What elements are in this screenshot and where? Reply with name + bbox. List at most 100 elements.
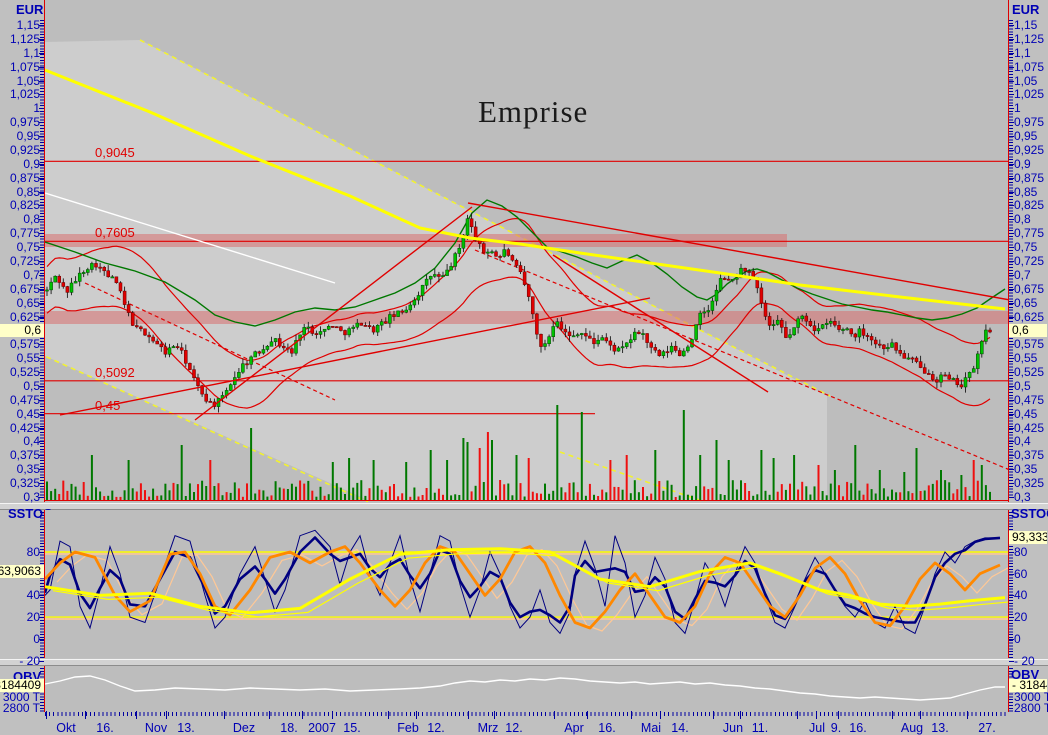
price-tick-right: 0,625 [1014,311,1044,323]
price-tick-left: 0,9 [0,158,40,170]
time-tick-label: Apr [564,721,583,735]
price-tick-right: 0,75 [1014,241,1037,253]
sstoc-last-value-right: 93,3333 [1009,531,1047,544]
time-tick-major [554,711,555,719]
tradesignal-chart-window: EUR EUR © www.tradesignal.com Emprise 0,… [0,0,1048,735]
time-tick-label: 27. [978,721,995,735]
price-tick-right: 0,475 [1014,394,1044,406]
time-tick-label: 9. [831,721,841,735]
time-tick-label: Jun [723,721,743,735]
price-tick-left: 0,95 [0,130,40,142]
time-tick-label: Feb [397,721,419,735]
time-tick-label: 13. [931,721,948,735]
price-tick-left: 0,725 [0,255,40,267]
obv-last-value-right: - 3184409 [1009,679,1047,692]
time-tick-major [224,711,225,719]
price-tick-left: 0,55 [0,352,40,364]
price-tick-left: 0,525 [0,366,40,378]
price-tick-left: 0,325 [0,477,40,489]
time-tick-major [388,711,389,719]
sstoc-tick-left: - 20 [0,655,40,667]
price-tick-left: 0,35 [0,463,40,475]
price-tick-left: 1,05 [0,75,40,87]
price-level-label: 0,5092 [95,365,135,380]
price-level-label: 0,9045 [95,145,135,160]
price-tick-left: 0,75 [0,241,40,253]
price-tick-right: 0,35 [1014,463,1037,475]
price-tick-left: 1,075 [0,61,40,73]
time-tick-label: 14. [671,721,688,735]
price-tick-right: 1,15 [1014,19,1037,31]
price-chart-pane[interactable] [0,0,1048,502]
time-tick-major [713,711,714,719]
price-tick-left: 1 [0,102,40,114]
obv-last-value-left: -3184409 [0,679,44,692]
price-tick-right: 0,95 [1014,130,1037,142]
price-tick-left: 1,125 [0,33,40,45]
stochastic-pane[interactable] [0,510,1048,658]
price-tick-right: 1,075 [1014,61,1044,73]
time-tick-major [468,711,469,719]
price-tick-right: 0,3 [1014,491,1031,503]
price-tick-right: 0,925 [1014,144,1044,156]
price-level-label: 0,45 [95,398,120,413]
price-tick-left: 0,975 [0,116,40,128]
time-tick-label: 16. [849,721,866,735]
price-tick-left: 0,8 [0,213,40,225]
price-tick-right: 0,975 [1014,116,1044,128]
price-tick-left: 1,1 [0,47,40,59]
time-tick-major [332,711,333,719]
price-tick-right: 0,675 [1014,283,1044,295]
sstoc-tick-right: 20 [1014,611,1027,623]
sstoc-tick-left: 20 [0,611,40,623]
price-tick-left: 0,65 [0,297,40,309]
price-tick-right: 1 [1014,102,1021,114]
price-tick-left: 0,425 [0,422,40,434]
time-tick-major [269,711,270,719]
time-tick-label: Dez [233,721,255,735]
price-tick-right: 1,125 [1014,33,1044,45]
price-tick-right: 0,425 [1014,422,1044,434]
sstoc-tick-right: 60 [1014,568,1027,580]
time-tick-major [166,711,167,719]
price-tick-right: 0,55 [1014,352,1037,364]
price-tick-right: 0,5 [1014,380,1031,392]
time-tick-label: 12. [427,721,444,735]
price-tick-right: 0,375 [1014,449,1044,461]
price-tick-right: 0,775 [1014,227,1044,239]
price-tick-right: 1,05 [1014,75,1037,87]
price-tick-left: 0,7 [0,269,40,281]
pane-separator-lower[interactable] [0,659,1048,666]
price-tick-left: 0,5 [0,380,40,392]
price-tick-right: 1,1 [1014,47,1031,59]
time-tick-label: 15. [343,721,360,735]
price-tick-right: 0,85 [1014,186,1037,198]
time-tick-label: Mrz [478,721,499,735]
price-tick-right: 0,575 [1014,338,1044,350]
time-tick-major [302,711,303,719]
time-tick-label: Nov [145,721,167,735]
last-price-highlight-left: 0,6 [0,324,44,337]
price-tick-left: 0,925 [0,144,40,156]
sstoc-tick-right: - 20 [1014,655,1035,667]
time-tick-major [416,711,417,719]
axis-minor-ticks [1009,20,1013,500]
price-tick-left: 0,825 [0,199,40,211]
sstoc-tick-right: 0 [1014,633,1021,645]
time-tick-label: 12. [505,721,522,735]
obv-pane[interactable] [0,666,1048,712]
price-tick-left: 1,025 [0,88,40,100]
time-tick-label: 16. [96,721,113,735]
price-tick-right: 0,4 [1014,435,1031,447]
pane-separator-upper[interactable] [0,503,1048,510]
time-tick-label: 2007 [308,721,336,735]
price-tick-right: 0,65 [1014,297,1037,309]
time-tick-major [46,711,47,719]
time-tick-major [920,711,921,719]
time-tick-major [85,711,86,719]
price-tick-right: 0,725 [1014,255,1044,267]
price-tick-right: 0,325 [1014,477,1044,489]
time-tick-major [892,711,893,719]
time-tick-label: Aug [901,721,923,735]
price-tick-right: 0,8 [1014,213,1031,225]
